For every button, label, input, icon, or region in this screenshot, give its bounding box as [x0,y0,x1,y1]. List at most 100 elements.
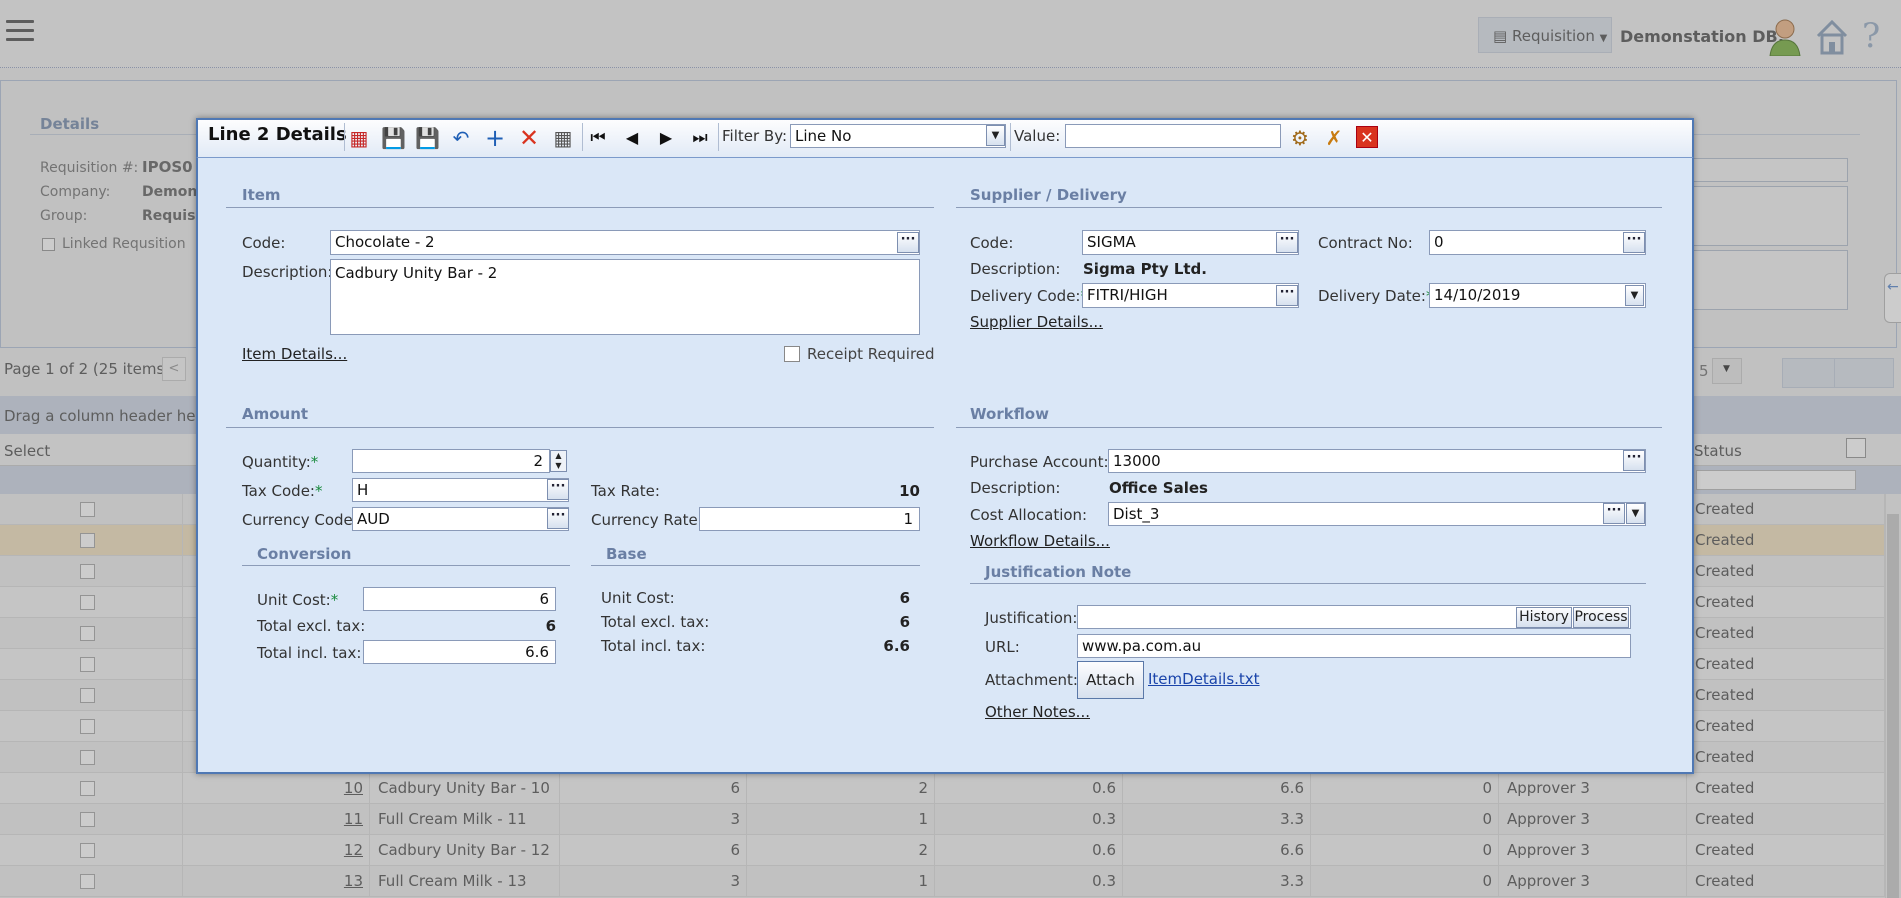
base-total-excl-label: Total excl. tax: [601,613,710,631]
save-icon[interactable]: 💾 [381,126,406,150]
workflow-description-value: Office Sales [1109,479,1208,497]
undo-icon[interactable]: ↶ [449,126,473,150]
supplier-code-input[interactable]: SIGMA [1082,230,1299,255]
item-description-textarea[interactable]: Cadbury Unity Bar - 2 [330,259,920,335]
toolbar-separator [718,123,719,151]
currency-rate-input[interactable]: 1 [699,507,920,531]
receipt-required-checkbox[interactable] [784,346,800,362]
purchase-account-label-text: Purchase Account: [970,453,1109,471]
contract-no-input[interactable]: 0 [1429,230,1646,255]
add-icon[interactable]: + [483,126,507,150]
quantity-label: Quantity:* [242,453,319,471]
supplier-description-value: Sigma Pty Ltd. [1083,260,1207,278]
save-close-icon[interactable]: 💾 [415,126,440,150]
cost-allocation-input[interactable]: Dist_3 [1108,502,1646,526]
item-code-input[interactable]: Chocolate - 2 [330,230,920,255]
quantity-stepper[interactable]: ▲ ▼ [550,450,567,472]
base-total-excl-value: 6 [899,613,910,631]
attach-button[interactable]: Attach [1077,661,1144,699]
delivery-date-chevron-icon[interactable]: ▼ [1625,285,1644,306]
quantity-label-text: Quantity: [242,453,311,471]
filter-by-label: Filter By: [722,127,788,145]
justification-section-title: Justification Note [985,563,1132,581]
base-total-incl-value: 6.6 [883,637,910,655]
apply-filter-icon[interactable]: ⚙ [1288,126,1312,150]
tax-rate-label: Tax Rate: [591,482,660,500]
url-input[interactable]: www.pa.com.au [1077,634,1631,658]
grid-layout-icon[interactable]: ▦ [551,126,575,150]
supplier-code-lookup-button[interactable]: ··· [1276,232,1298,253]
workflow-details-link[interactable]: Workflow Details... [970,532,1110,550]
tax-code-lookup-button[interactable]: ··· [547,479,569,500]
delivery-code-label: Delivery Code:* [970,287,1088,305]
other-notes-link[interactable]: Other Notes... [985,703,1090,721]
conversion-section-line [242,565,570,566]
conversion-section-title: Conversion [257,545,352,563]
delete-record-icon[interactable]: ▦ [347,126,371,150]
supplier-section-line [956,207,1662,208]
value-label: Value: [1014,127,1061,145]
delivery-date-label: Delivery Date:* [1318,287,1433,305]
amount-section-line [226,427,934,428]
amount-section-title: Amount [242,405,309,423]
attachment-file-link[interactable]: ItemDetails.txt [1148,670,1260,688]
delivery-code-lookup-button[interactable]: ··· [1276,285,1298,306]
filter-by-select[interactable]: Line No [790,124,1006,148]
cost-allocation-lookup-button[interactable]: ··· [1603,503,1625,524]
line-details-dialog [196,118,1694,774]
conv-unit-cost-input[interactable]: 6 [363,587,556,611]
currency-code-label: Currency Code: [242,511,358,529]
contract-no-lookup-button[interactable]: ··· [1623,232,1645,253]
currency-rate-label: Currency Rate: [591,511,703,529]
quantity-input[interactable]: 2 [352,449,550,473]
history-button[interactable]: History [1516,607,1572,628]
filter-by-chevron-icon[interactable]: ▼ [986,125,1005,146]
value-input[interactable] [1065,124,1281,148]
process-button[interactable]: Process [1573,607,1629,628]
purchase-account-lookup-button[interactable]: ··· [1623,450,1645,471]
first-record-icon[interactable]: ⏮ [586,126,610,150]
app-root: ▤ Requisition ▼ Demonstation DB: ? Detai… [0,0,1901,898]
delivery-code-input[interactable]: FITRI/HIGH [1082,283,1299,308]
item-section-title: Item [242,186,281,204]
prev-record-icon[interactable]: ◀ [620,126,644,150]
conv-total-excl-label: Total excl. tax: [257,617,366,635]
workflow-section-title: Workflow [970,405,1049,423]
clear-filter-icon[interactable]: ✗ [1322,126,1346,150]
item-code-label: Code: [242,234,286,252]
workflow-section-line [956,427,1662,428]
item-code-lookup-button[interactable]: ··· [897,232,919,253]
justification-label: Justification: [985,609,1078,627]
next-record-icon[interactable]: ▶ [654,126,678,150]
contract-no-label: Contract No: [1318,234,1413,252]
conv-total-incl-label: Total incl. tax: [257,644,362,662]
last-record-icon[interactable]: ⏭ [688,126,712,150]
supplier-details-link[interactable]: Supplier Details... [970,313,1103,331]
currency-code-input[interactable]: AUD [352,507,569,531]
attachment-label: Attachment: [985,671,1078,689]
conv-unit-cost-label-text: Unit Cost: [257,591,331,609]
item-description-label: Description: [242,263,333,281]
delete-icon[interactable]: ✕ [517,126,541,150]
toolbar-separator [344,123,345,151]
currency-code-lookup-button[interactable]: ··· [547,508,569,529]
stepper-down-icon[interactable]: ▼ [551,461,566,471]
item-details-link[interactable]: Item Details... [242,345,347,363]
toolbar-separator [582,123,583,151]
delivery-date-input[interactable]: 14/10/2019 [1429,283,1646,308]
base-unit-cost-value: 6 [899,589,910,607]
tax-code-label: Tax Code:* [242,482,323,500]
tax-code-input[interactable]: H [352,478,569,502]
supplier-code-label: Code: [970,234,1014,252]
purchase-account-input[interactable]: 13000 [1108,449,1646,473]
base-total-incl-label: Total incl. tax: [601,637,706,655]
close-dialog-icon[interactable]: ✕ [1356,126,1378,148]
toolbar-separator [1010,123,1011,151]
workflow-description-label: Description: [970,479,1061,497]
receipt-required-label: Receipt Required [807,345,935,363]
base-section-title: Base [606,545,647,563]
conv-total-incl-input[interactable]: 6.6 [363,640,556,664]
conv-total-excl-value: 6 [545,617,556,635]
stepper-up-icon[interactable]: ▲ [551,451,566,461]
cost-allocation-chevron-icon[interactable]: ▼ [1626,503,1645,524]
